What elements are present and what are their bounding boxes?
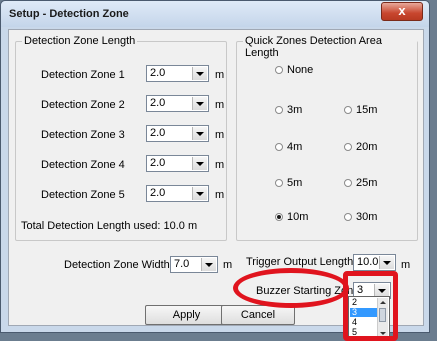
title-bar[interactable]: Setup - Detection Zone x — [1, 1, 429, 27]
zone-width-label: Detection Zone Width: — [64, 259, 173, 271]
radio-4m-label: 4m — [287, 141, 303, 153]
radio-20m-label: 20m — [356, 141, 378, 153]
chevron-down-icon[interactable] — [192, 67, 207, 80]
zone-1-select[interactable]: 2.0 — [146, 65, 209, 82]
zone-4-label: Detection Zone 4 — [41, 159, 125, 171]
radio-4m[interactable] — [275, 143, 283, 151]
zone-width-unit: m — [223, 259, 233, 271]
zone-3-select[interactable]: 2.0 — [146, 125, 209, 142]
radio-3m[interactable] — [275, 106, 283, 114]
radio-25m[interactable] — [344, 179, 352, 187]
zone-5-select[interactable]: 2.0 — [146, 185, 209, 202]
chevron-down-icon[interactable] — [192, 157, 207, 170]
red-ellipse-annotation — [233, 268, 349, 308]
zone-4-select[interactable]: 2.0 — [146, 155, 209, 172]
radio-3m-label: 3m — [287, 104, 303, 116]
red-rectangle-annotation — [343, 271, 398, 341]
zone-2-select[interactable]: 2.0 — [146, 95, 209, 112]
radio-none-label: None — [287, 64, 314, 76]
radio-none[interactable] — [275, 66, 283, 74]
radio-5m[interactable] — [275, 179, 283, 187]
total-detection-length: Total Detection Length used: 10.0 m — [21, 220, 198, 232]
zone-1-label: Detection Zone 1 — [41, 69, 125, 81]
chevron-down-icon[interactable] — [192, 187, 207, 200]
zone-5-unit: m — [215, 189, 225, 201]
trigger-output-select[interactable]: 10.0 — [353, 254, 396, 271]
radio-25m-label: 25m — [356, 177, 378, 189]
radio-5m-label: 5m — [287, 177, 303, 189]
detection-zone-length-group: Detection Zone Length Detection Zone 1 2… — [15, 35, 227, 241]
radio-30m-label: 30m — [356, 211, 378, 223]
zone-width-select[interactable]: 7.0 — [170, 256, 218, 273]
radio-30m[interactable] — [344, 213, 352, 221]
radio-10m-label: 10m — [287, 211, 309, 223]
group-legend: Quick Zones Detection Area Length — [243, 35, 417, 59]
zone-2-unit: m — [215, 99, 225, 111]
zone-3-unit: m — [215, 129, 225, 141]
zone-1-unit: m — [215, 69, 225, 81]
cancel-button[interactable]: Cancel — [221, 305, 295, 325]
window-title: Setup - Detection Zone — [9, 8, 129, 20]
zone-2-label: Detection Zone 2 — [41, 99, 125, 111]
close-button[interactable]: x — [381, 2, 423, 21]
zone-5-label: Detection Zone 5 — [41, 189, 125, 201]
chevron-down-icon[interactable] — [379, 256, 394, 269]
trigger-output-label: Trigger Output Length: — [246, 256, 357, 268]
chevron-down-icon[interactable] — [192, 127, 207, 140]
quick-zones-group: Quick Zones Detection Area Length None 3… — [236, 35, 418, 241]
trigger-output-unit: m — [401, 259, 411, 271]
chevron-down-icon[interactable] — [192, 97, 207, 110]
apply-button[interactable]: Apply — [145, 305, 228, 325]
zone-3-label: Detection Zone 3 — [41, 129, 125, 141]
radio-15m[interactable] — [344, 106, 352, 114]
zone-4-unit: m — [215, 159, 225, 171]
radio-10m[interactable] — [275, 213, 283, 221]
radio-15m-label: 15m — [356, 104, 378, 116]
group-legend: Detection Zone Length — [22, 35, 138, 47]
radio-20m[interactable] — [344, 143, 352, 151]
chevron-down-icon[interactable] — [201, 258, 216, 271]
